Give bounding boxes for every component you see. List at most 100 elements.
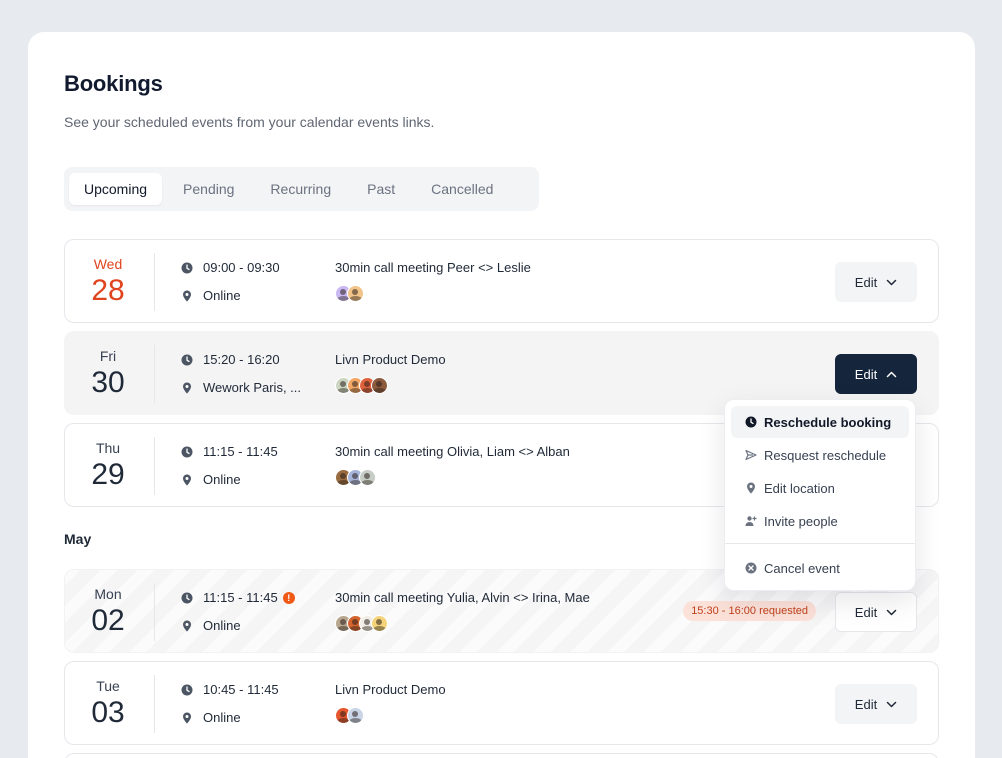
tab-cancelled[interactable]: Cancelled — [416, 173, 508, 205]
page-title: Bookings — [64, 71, 163, 96]
divider — [154, 583, 155, 641]
booking-day-number: 02 — [91, 603, 125, 637]
booking-title: Livn Product Demo — [335, 682, 446, 697]
clock-icon — [181, 262, 193, 274]
divider — [154, 675, 155, 733]
booking-location: Online — [203, 618, 241, 633]
booking-day-number: 29 — [91, 457, 125, 491]
edit-button-label: Edit — [854, 604, 878, 620]
section-label-month: May — [64, 531, 92, 547]
booking-time: 11:15 - 11:45 — [203, 590, 278, 605]
reschedule-request-badge: 15:30 - 16:00 requested — [683, 601, 816, 621]
clock-icon — [181, 446, 193, 458]
attendee-avatars — [335, 377, 446, 394]
menu-item-invite-people[interactable]: Invite people — [731, 505, 909, 537]
divider — [154, 437, 155, 495]
booking-date: Fri 30 — [65, 332, 151, 414]
map-pin-icon — [181, 474, 193, 486]
edit-button[interactable]: Edit — [835, 354, 917, 394]
map-pin-icon — [181, 290, 193, 302]
booking-meta: 10:45 - 11:45 Online — [181, 662, 321, 744]
booking-day-number: 30 — [91, 365, 125, 399]
booking-time: 11:15 - 11:45 — [203, 444, 278, 459]
booking-date: Thu 29 — [65, 424, 151, 506]
edit-button-label: Edit — [854, 274, 878, 290]
edit-button[interactable]: Edit — [835, 262, 917, 302]
booking-day-number: 28 — [91, 273, 125, 307]
warning-icon: ! — [282, 591, 295, 604]
booking-row[interactable]: Tue 03 10:45 - 11:45 Online Livn Product… — [64, 661, 939, 745]
booking-meta: 09:00 - 09:30 Online — [181, 240, 321, 322]
menu-item-request-reschedule[interactable]: Resquest reschedule — [731, 439, 909, 471]
booking-title: 30min call meeting Olivia, Liam <> Alban — [335, 444, 570, 459]
booking-row[interactable] — [64, 753, 939, 758]
page-subtitle: See your scheduled events from your cale… — [64, 114, 435, 130]
menu-item-label: Reschedule booking — [764, 414, 892, 430]
menu-item-label: Cancel event — [764, 560, 840, 576]
booking-meta: 15:20 - 16:20 Wework Paris, ... — [181, 332, 321, 414]
clock-icon — [745, 416, 757, 428]
chevron-down-icon — [886, 699, 897, 710]
menu-item-reschedule-booking[interactable]: Reschedule booking — [731, 406, 909, 438]
tab-recurring[interactable]: Recurring — [255, 173, 346, 205]
menu-item-cancel-event[interactable]: Cancel event — [731, 552, 909, 584]
booking-actions-menu: Reschedule booking Resquest reschedule E… — [724, 399, 916, 591]
tab-past[interactable]: Past — [352, 173, 410, 205]
booking-meta: 11:15 - 11:45 ! Online — [181, 570, 321, 652]
booking-title: Livn Product Demo — [335, 352, 446, 367]
booking-weekday: Tue — [96, 677, 120, 694]
attendee-avatars — [335, 469, 570, 486]
clock-icon — [181, 592, 193, 604]
avatar — [347, 285, 364, 302]
booking-day-number: 03 — [91, 695, 125, 729]
map-pin-icon — [181, 382, 193, 394]
clock-icon — [181, 354, 193, 366]
booking-time: 10:45 - 11:45 — [203, 682, 279, 697]
menu-item-label: Edit location — [764, 480, 835, 496]
tab-pending[interactable]: Pending — [168, 173, 249, 205]
booking-date: Mon 02 — [65, 570, 151, 652]
booking-location: Online — [203, 288, 241, 303]
edit-button[interactable]: Edit — [835, 592, 917, 632]
edit-button-label: Edit — [854, 366, 878, 382]
x-circle-icon — [745, 562, 757, 574]
tab-upcoming[interactable]: Upcoming — [69, 173, 163, 205]
menu-item-edit-location[interactable]: Edit location — [731, 472, 909, 504]
send-icon — [745, 449, 757, 461]
edit-button-label: Edit — [854, 696, 878, 712]
attendee-avatars — [335, 707, 446, 724]
avatar — [359, 469, 376, 486]
booking-location: Online — [203, 710, 241, 725]
booking-title: 30min call meeting Yulia, Alvin <> Irina… — [335, 590, 590, 605]
booking-date: Wed 28 — [65, 240, 151, 322]
booking-time: 15:20 - 16:20 — [203, 352, 280, 367]
attendee-avatars — [335, 615, 590, 632]
booking-location: Wework Paris, ... — [203, 380, 302, 395]
booking-weekday: Mon — [94, 585, 122, 602]
divider — [154, 253, 155, 311]
booking-weekday: Thu — [95, 439, 121, 456]
menu-item-label: Invite people — [764, 513, 838, 529]
booking-meta: 11:15 - 11:45 Online — [181, 424, 321, 506]
booking-title: 30min call meeting Peer <> Leslie — [335, 260, 531, 275]
chevron-down-icon — [886, 607, 897, 618]
menu-item-label: Resquest reschedule — [764, 447, 887, 463]
avatar — [371, 377, 388, 394]
divider — [154, 345, 155, 403]
clock-icon — [181, 684, 193, 696]
tab-bar: Upcoming Pending Recurring Past Cancelle… — [64, 167, 539, 211]
menu-divider — [725, 543, 915, 544]
booking-date: Tue 03 — [65, 662, 151, 744]
chevron-up-icon — [886, 369, 897, 380]
booking-time: 09:00 - 09:30 — [203, 260, 280, 275]
booking-weekday: Wed — [93, 255, 123, 272]
booking-weekday: Fri — [99, 347, 117, 364]
map-pin-icon — [181, 620, 193, 632]
map-pin-icon — [181, 712, 193, 724]
booking-location: Online — [203, 472, 241, 487]
avatar — [371, 615, 388, 632]
edit-button[interactable]: Edit — [835, 684, 917, 724]
avatar — [347, 707, 364, 724]
chevron-down-icon — [886, 277, 897, 288]
booking-row[interactable]: Wed 28 09:00 - 09:30 Online 30min call m… — [64, 239, 939, 323]
